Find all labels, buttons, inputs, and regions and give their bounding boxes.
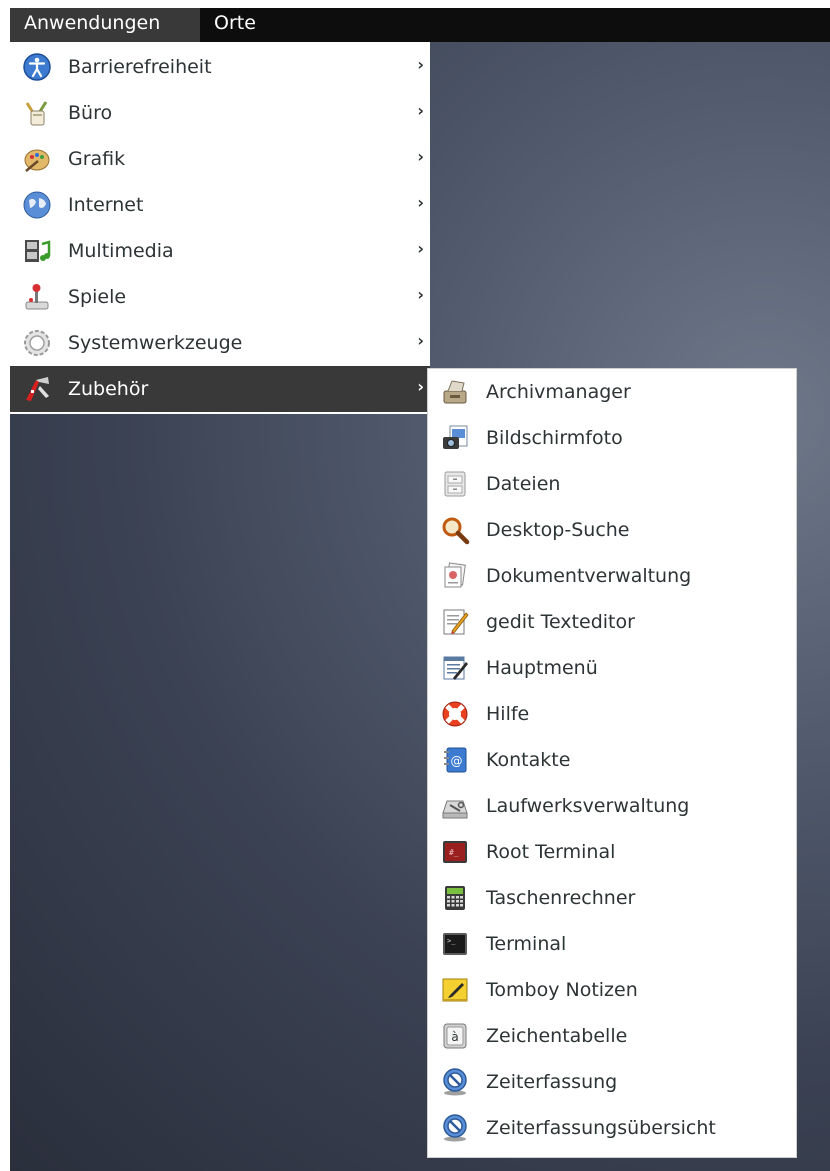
submenu-item-archivmanager[interactable]: Archivmanager [428,369,796,415]
graphics-icon [24,149,50,172]
menu-item-label: Büro [68,102,113,124]
submenu-item-gedit-texteditor[interactable]: gedit Texteditor [428,599,796,645]
main-menu-editor-icon [443,656,468,680]
submenu-item-root-terminal[interactable]: #_ Root Terminal [428,829,796,875]
submenu-item-label: Zeiterfassungsübersicht [486,1117,716,1139]
submenu-item-kontakte[interactable]: @ Kontakte [428,737,796,783]
menu-item-spiele[interactable]: Spiele › [10,274,430,320]
submenu-item-desktop-suche[interactable]: Desktop-Suche [428,507,796,553]
menu-item-label: Systemwerkzeuge [68,332,243,354]
submenu-arrow-icon: › [417,285,424,304]
menu-item-barrierefreiheit[interactable]: Barrierefreiheit › [10,44,430,90]
submenu-item-terminal[interactable]: >_ Terminal [428,921,796,967]
text-editor-icon [443,609,469,635]
submenu-item-zeiterfassungsuebersicht[interactable]: Zeiterfassungsübersicht [428,1105,796,1151]
submenu-arrow-icon: › [417,331,424,350]
submenu-item-label: Root Terminal [486,841,616,863]
submenu-item-bildschirmfoto[interactable]: Bildschirmfoto [428,415,796,461]
menu-item-multimedia[interactable]: Multimedia › [10,228,430,274]
submenu-item-dokumentverwaltung[interactable]: Dokumentverwaltung [428,553,796,599]
file-cabinet-icon [444,471,466,497]
system-tools-gear-icon [24,330,50,356]
tomboy-notes-icon [442,978,468,1002]
submenu-item-hilfe[interactable]: Hilfe [428,691,796,737]
submenu-item-label: Terminal [486,933,567,955]
help-lifebuoy-icon [442,701,468,727]
menu-item-label: Internet [68,194,144,216]
submenu-item-label: Archivmanager [486,381,631,403]
internet-globe-icon [23,191,51,219]
office-icon [25,101,48,126]
menu-item-label: Multimedia [68,240,174,262]
time-tracker-icon [443,1068,467,1096]
submenu-item-zeichentabelle[interactable]: à Zeichentabelle [428,1013,796,1059]
submenu-item-label: Desktop-Suche [486,519,630,541]
menu-item-buero[interactable]: Büro › [10,90,430,136]
document-manager-icon [444,562,466,588]
screenshot-camera-icon [443,425,468,449]
submenu-item-label: Dateien [486,473,561,495]
menu-item-label: Spiele [68,286,127,308]
submenu-arrow-icon: › [417,55,424,74]
applications-menu-button[interactable]: Anwendungen [10,8,200,42]
menu-item-grafik[interactable]: Grafik › [10,136,430,182]
submenu-arrow-icon: › [417,147,424,166]
submenu-item-label: Taschenrechner [486,887,636,909]
contacts-book-icon: @ [444,747,467,773]
time-tracker-overview-icon [443,1114,467,1142]
games-joystick-icon [25,284,49,310]
submenu-item-label: Bildschirmfoto [486,427,623,449]
submenu-item-taschenrechner[interactable]: Taschenrechner [428,875,796,921]
submenu-item-tomboy-notizen[interactable]: Tomboy Notizen [428,967,796,1013]
accessories-submenu: Archivmanager Bildschirmfoto Dateien Des… [427,368,797,1158]
character-map-icon: à [443,1023,467,1049]
magnifier-icon [442,517,470,545]
submenu-item-label: gedit Texteditor [486,611,635,633]
submenu-arrow-icon: › [417,193,424,212]
menu-item-internet[interactable]: Internet › [10,182,430,228]
submenu-item-label: Laufwerksverwaltung [486,795,690,817]
submenu-arrow-icon: › [417,239,424,258]
svg-text:#_: #_ [449,848,459,857]
top-panel: Anwendungen Orte [10,8,830,42]
submenu-item-label: Tomboy Notizen [486,979,638,1001]
submenu-item-label: Dokumentverwaltung [486,565,692,587]
submenu-arrow-icon: › [417,377,424,396]
terminal-icon: >_ [443,933,467,955]
submenu-item-label: Hilfe [486,703,530,725]
menu-item-label: Zubehör [68,378,149,400]
submenu-arrow-icon: › [417,101,424,120]
svg-text:@: @ [451,754,463,768]
archive-manager-icon [443,380,467,404]
accessories-knife-icon [26,377,49,401]
accessibility-icon [23,53,51,81]
svg-text:>_: >_ [447,937,456,945]
submenu-item-label: Zeichentabelle [486,1025,628,1047]
multimedia-icon [25,240,51,262]
menu-item-systemwerkzeuge[interactable]: Systemwerkzeuge › [10,320,430,366]
svg-text:à: à [451,1030,458,1044]
calculator-icon [445,886,465,910]
submenu-item-dateien[interactable]: Dateien [428,461,796,507]
menu-item-zubehoer[interactable]: Zubehör › [10,366,430,412]
submenu-item-laufwerksverwaltung[interactable]: Laufwerksverwaltung [428,783,796,829]
places-menu-button[interactable]: Orte [200,8,280,42]
applications-menu: Barrierefreiheit › Büro › Grafik › Inter… [10,42,430,414]
submenu-item-label: Kontakte [486,749,571,771]
root-terminal-icon: #_ [443,841,467,863]
submenu-item-hauptmenue[interactable]: Hauptmenü [428,645,796,691]
menu-item-label: Grafik [68,148,126,170]
menu-item-label: Barrierefreiheit [68,56,212,78]
submenu-item-zeiterfassung[interactable]: Zeiterfassung [428,1059,796,1105]
submenu-item-label: Hauptmenü [486,657,598,679]
submenu-item-label: Zeiterfassung [486,1071,618,1093]
disk-utility-icon [442,800,468,819]
